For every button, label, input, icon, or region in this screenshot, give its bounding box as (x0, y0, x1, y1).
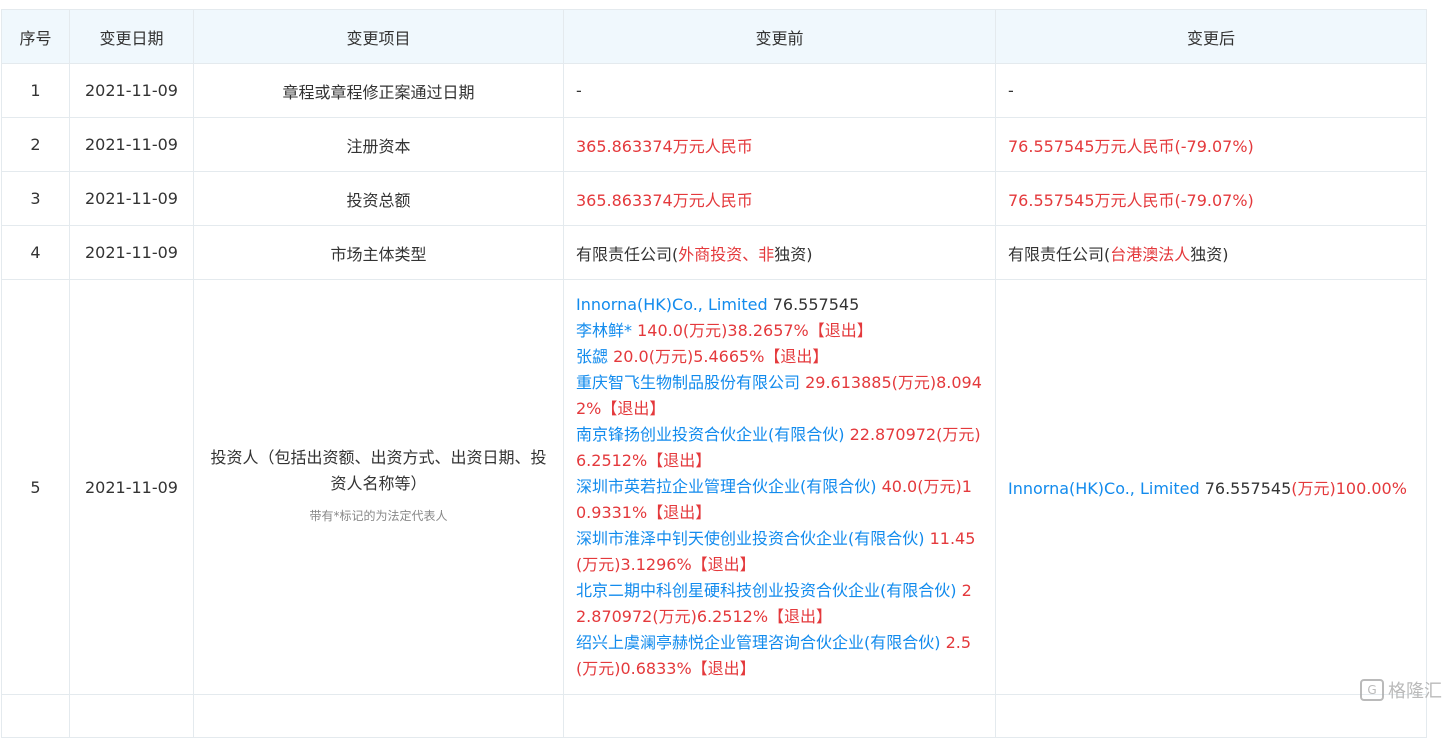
watermark-logo: G 格隆汇 (1360, 677, 1442, 703)
row-date: 2021-11-09 (69, 279, 194, 695)
investor-entry: 重庆智飞生物制品股份有限公司 29.613885(万元)8.0942%【退出】 (576, 370, 983, 422)
investor-link[interactable]: 深圳市英若拉企业管理合伙企业(有限合伙) (576, 477, 877, 496)
row-before: 365.863374万元人民币 (563, 171, 996, 226)
row-item: 章程或章程修正案通过日期 (193, 63, 564, 118)
row-no: 5 (1, 279, 70, 695)
investor-entry: 南京锋扬创业投资合伙企业(有限合伙) 22.870972(万元)6.2512%【… (576, 422, 983, 474)
investor-link[interactable]: 南京锋扬创业投资合伙企业(有限合伙) (576, 425, 845, 444)
investor-link[interactable]: Innorna(HK)Co., Limited (1008, 479, 1200, 498)
row-date: 2021-11-09 (69, 117, 194, 172)
row-no: 2 (1, 117, 70, 172)
investor-entry: 绍兴上虞澜亭赫悦企业管理咨询合伙企业(有限合伙) 2.5(万元)0.6833%【… (576, 630, 983, 682)
investor-item-label: 投资人（包括出资额、出资方式、出资日期、投资人名称等） (210, 448, 547, 493)
row-after: 76.557545万元人民币(-79.07%) (995, 117, 1427, 172)
investor-link[interactable]: 李林鲜* (576, 321, 632, 340)
table-header-row: 序号 变更日期 变更项目 变更前 变更后 (1, 9, 1427, 64)
investor-link[interactable]: Innorna(HK)Co., Limited (576, 295, 768, 314)
type-suffix: 独资) (774, 244, 813, 264)
investor-link[interactable]: 绍兴上虞澜亭赫悦企业管理咨询合伙企业(有限合伙) (576, 633, 941, 652)
header-date: 变更日期 (69, 9, 194, 64)
row-no: 1 (1, 63, 70, 118)
row-item: 投资人（包括出资额、出资方式、出资日期、投资人名称等） 带有*标记的为法定代表人 (193, 279, 564, 695)
table-row: 3 2021-11-09 投资总额 365.863374万元人民币 76.557… (1, 171, 1427, 226)
watermark-text: 格隆汇 (1388, 681, 1442, 702)
investor-amount: 76.557545 (1199, 479, 1292, 498)
change-records-table: 序号 变更日期 变更项目 变更前 变更后 1 2021-11-09 章程或章程修… (1, 9, 1427, 738)
header-after: 变更后 (995, 9, 1427, 64)
investor-detail: (万元)100.00% (1291, 479, 1407, 498)
row-date: 2021-11-09 (69, 171, 194, 226)
investor-entry: 张勰 20.0(万元)5.4665%【退出】 (576, 344, 983, 370)
row-before: 有限责任公司(外商投资、非独资) (563, 225, 996, 280)
type-highlight: 台港澳法人 (1110, 244, 1191, 264)
type-highlight: 外商投资、非 (678, 244, 775, 264)
investor-detail: 76.557545 (767, 295, 860, 314)
type-prefix: 有限责任公司( (576, 244, 679, 264)
investor-link[interactable]: 重庆智飞生物制品股份有限公司 (576, 373, 800, 392)
row-after: - (995, 63, 1427, 118)
table-row: 5 2021-11-09 投资人（包括出资额、出资方式、出资日期、投资人名称等）… (1, 279, 1427, 695)
table-row: 2 2021-11-09 注册资本 365.863374万元人民币 76.557… (1, 117, 1427, 172)
investor-link[interactable]: 深圳市淮泽中钊天使创业投资合伙企业(有限合伙) (576, 529, 925, 548)
investor-link[interactable]: 张勰 (576, 347, 608, 366)
row-after: 76.557545万元人民币(-79.07%) (995, 171, 1427, 226)
row-item: 注册资本 (193, 117, 564, 172)
header-item: 变更项目 (193, 9, 564, 64)
type-suffix: 独资) (1190, 244, 1229, 264)
table-row-partial (1, 694, 1427, 738)
row-no: 3 (1, 171, 70, 226)
type-prefix: 有限责任公司( (1008, 244, 1111, 264)
row-item: 市场主体类型 (193, 225, 564, 280)
investor-detail: 20.0(万元)5.4665%【退出】 (608, 347, 829, 366)
row-date: 2021-11-09 (69, 225, 194, 280)
row-no: 4 (1, 225, 70, 280)
row-before-investors: Innorna(HK)Co., Limited 76.557545 李林鲜* 1… (563, 279, 996, 695)
table-row: 1 2021-11-09 章程或章程修正案通过日期 - - (1, 63, 1427, 118)
table-row: 4 2021-11-09 市场主体类型 有限责任公司(外商投资、非独资) 有限责… (1, 225, 1427, 280)
investor-entry: 北京二期中科创星硬科技创业投资合伙企业(有限合伙) 22.870972(万元)6… (576, 578, 983, 630)
investor-entry: 深圳市英若拉企业管理合伙企业(有限合伙) 40.0(万元)10.9331%【退出… (576, 474, 983, 526)
row-before: 365.863374万元人民币 (563, 117, 996, 172)
header-no: 序号 (1, 9, 70, 64)
row-after-investors: Innorna(HK)Co., Limited 76.557545(万元)100… (995, 279, 1427, 695)
investor-entry: 深圳市淮泽中钊天使创业投资合伙企业(有限合伙) 11.45(万元)3.1296%… (576, 526, 983, 578)
investor-entry: Innorna(HK)Co., Limited 76.557545 (576, 292, 983, 318)
row-after: 有限责任公司(台港澳法人独资) (995, 225, 1427, 280)
legal-rep-note: 带有*标记的为法定代表人 (309, 509, 448, 523)
investor-detail: 140.0(万元)38.2657%【退出】 (632, 321, 873, 340)
investor-entry: 李林鲜* 140.0(万元)38.2657%【退出】 (576, 318, 983, 344)
row-item: 投资总额 (193, 171, 564, 226)
investor-link[interactable]: 北京二期中科创星硬科技创业投资合伙企业(有限合伙) (576, 581, 957, 600)
logo-icon: G (1360, 679, 1384, 701)
row-date: 2021-11-09 (69, 63, 194, 118)
header-before: 变更前 (563, 9, 996, 64)
row-before: - (563, 63, 996, 118)
